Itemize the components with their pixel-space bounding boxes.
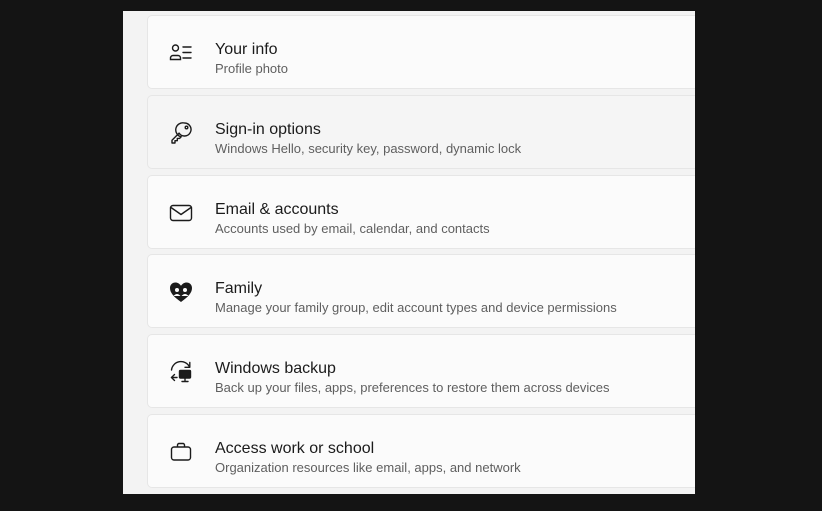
settings-item-family[interactable]: Family Manage your family group, edit ac… [147, 254, 695, 328]
settings-item-your-info[interactable]: Your info Profile photo [147, 15, 695, 89]
settings-item-description: Manage your family group, edit account t… [215, 300, 617, 315]
briefcase-icon [168, 439, 194, 465]
settings-item-windows-backup[interactable]: Windows backup Back up your files, apps,… [147, 334, 695, 408]
settings-item-sign-in-options[interactable]: Sign-in options Windows Hello, security … [147, 95, 695, 169]
person-details-icon [168, 40, 194, 66]
settings-item-title: Sign-in options [215, 121, 321, 138]
mail-icon [168, 200, 194, 226]
settings-item-description: Organization resources like email, apps,… [215, 460, 521, 475]
settings-item-access-work-school[interactable]: Access work or school Organization resou… [147, 414, 695, 488]
family-heart-icon [168, 279, 194, 305]
settings-item-description: Windows Hello, security key, password, d… [215, 141, 522, 156]
settings-item-title: Windows backup [215, 360, 336, 377]
backup-sync-icon [168, 359, 194, 385]
settings-item-title: Email & accounts [215, 201, 339, 218]
key-icon [168, 120, 194, 146]
settings-list-panel: Your info Profile photo Sign-in options … [123, 11, 695, 494]
settings-item-title: Your info [215, 41, 278, 58]
settings-item-title: Family [215, 280, 263, 297]
settings-item-description: Accounts used by email, calendar, and co… [215, 221, 490, 236]
settings-item-description: Back up your files, apps, preferences to… [215, 380, 610, 395]
settings-item-email-accounts[interactable]: Email & accounts Accounts used by email,… [147, 175, 695, 249]
settings-item-title: Access work or school [215, 440, 375, 457]
settings-item-description: Profile photo [215, 61, 288, 76]
